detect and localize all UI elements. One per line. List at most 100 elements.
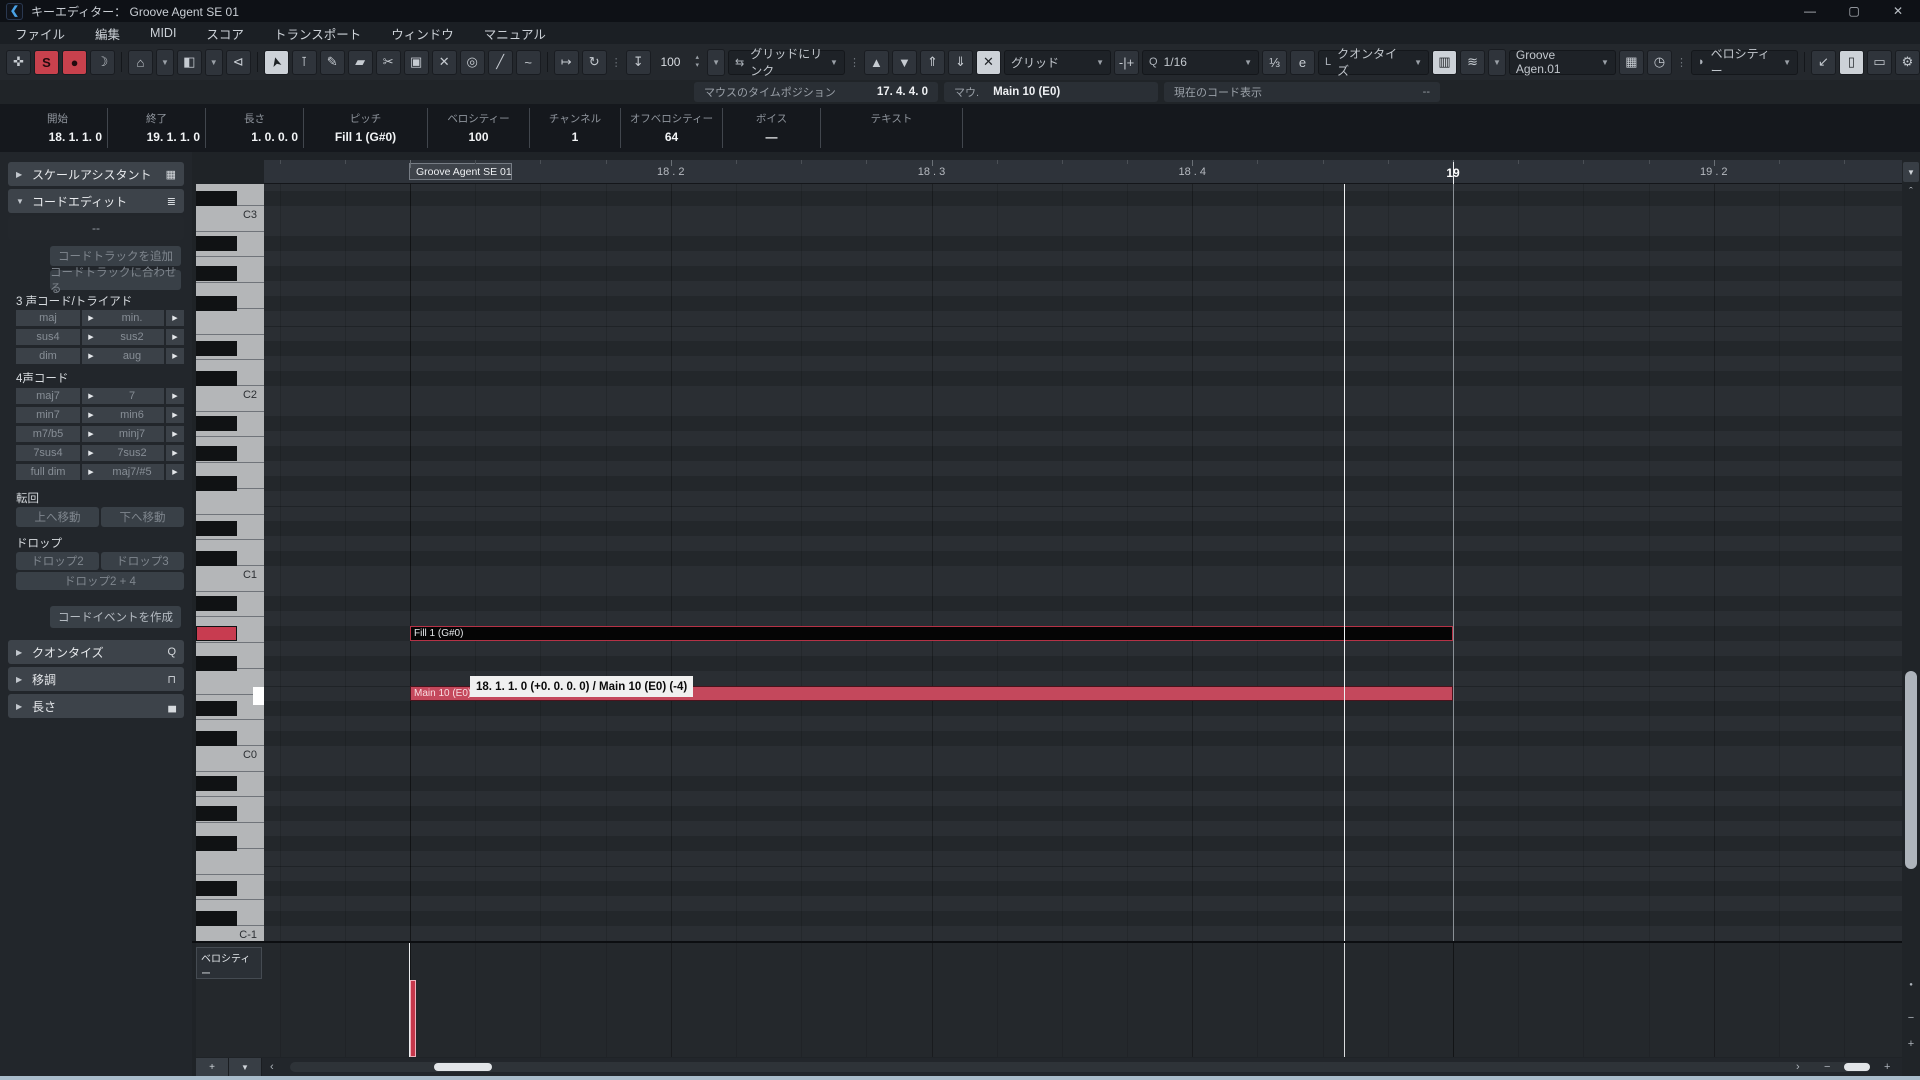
controller-lane-setup-button[interactable]: ▼	[229, 1058, 262, 1076]
white-key[interactable]	[196, 309, 264, 335]
four-note-apply-icon[interactable]: ▶	[166, 388, 184, 404]
scroll-up-icon[interactable]: ˆ	[1902, 186, 1920, 198]
show-lower-zone-button[interactable]: ▭	[1867, 50, 1892, 75]
triad-button-aug[interactable]: aug	[100, 348, 164, 364]
line-tool[interactable]: ╱	[488, 50, 513, 75]
match-chord-track-button[interactable]: コードトラックに合わせる	[50, 270, 181, 290]
vscroll-thumb[interactable]	[1905, 671, 1917, 869]
info-field-value[interactable]: 64	[621, 126, 722, 144]
four-note-button-m7b5[interactable]: m7/b5	[16, 426, 80, 442]
show-part-borders-button[interactable]: ▦	[1619, 50, 1644, 75]
four-note-button-7sus2[interactable]: 7sus2	[100, 445, 164, 461]
loop-button[interactable]: ↻	[582, 50, 607, 75]
hzoom-in-button[interactable]: +	[1884, 1058, 1890, 1076]
section-transpose[interactable]: ▶移調⊓	[8, 667, 184, 691]
glue-tool[interactable]: ▣	[404, 50, 429, 75]
section-length[interactable]: ▶長さ▄	[8, 694, 184, 718]
info-field-value[interactable]: Fill 1 (G#0)	[304, 126, 427, 144]
triad-apply-icon[interactable]: ▶	[166, 348, 184, 364]
info-field-6[interactable]: オフベロシティー64	[621, 108, 723, 148]
four-note-button-min7[interactable]: min7	[16, 407, 80, 423]
four-note-apply-icon[interactable]: ▶	[166, 407, 184, 423]
four-note-button-7sus4[interactable]: 7sus4	[16, 445, 80, 461]
black-key[interactable]	[196, 446, 237, 461]
four-note-apply-icon[interactable]: ▶	[82, 445, 100, 461]
part-region-label[interactable]: Groove Agent SE 01	[409, 163, 512, 180]
black-key[interactable]	[196, 656, 237, 671]
four-note-button-7[interactable]: 7	[100, 388, 164, 404]
black-key[interactable]	[196, 596, 237, 611]
black-key[interactable]	[196, 731, 237, 746]
menu-item-5[interactable]: ウィンドウ	[376, 24, 469, 43]
maximize-button[interactable]: ▢	[1832, 0, 1876, 22]
add-controller-lane-button[interactable]: +	[196, 1058, 229, 1076]
inversion-up-button[interactable]: 上へ移動	[16, 507, 99, 527]
part-selector-dropdown[interactable]: Groove Agen.01▼	[1509, 50, 1616, 75]
close-button[interactable]: ✕	[1876, 0, 1920, 22]
black-key[interactable]	[196, 191, 237, 206]
black-key[interactable]	[196, 416, 237, 431]
white-key[interactable]	[196, 849, 264, 875]
four-note-apply-icon[interactable]: ▶	[82, 388, 100, 404]
four-note-button-min6[interactable]: min6	[100, 407, 164, 423]
info-field-0[interactable]: 開始18. 1. 1. 0	[8, 108, 108, 148]
erase-tool[interactable]: ▰	[348, 50, 373, 75]
inversion-down-button[interactable]: 下へ移動	[101, 507, 184, 527]
info-field-1[interactable]: 終了19. 1. 1. 0	[108, 108, 206, 148]
four-note-button-maj7[interactable]: maj7	[16, 388, 80, 404]
triad-apply-icon[interactable]: ▶	[166, 329, 184, 345]
time-warp-tool[interactable]: ~	[516, 50, 541, 75]
info-field-7[interactable]: ボイス—	[723, 108, 821, 148]
trim-tool[interactable]: ⊺	[292, 50, 317, 75]
info-field-value[interactable]: 1. 0. 0. 0	[206, 126, 303, 144]
black-key[interactable]	[196, 551, 237, 566]
audition-button[interactable]: ⊲	[226, 50, 251, 75]
triad-apply-icon[interactable]: ▶	[82, 310, 100, 326]
four-note-apply-icon[interactable]: ▶	[166, 426, 184, 442]
move-down-button[interactable]: ▼	[892, 50, 917, 75]
white-key[interactable]	[196, 489, 264, 515]
open-in-window-button[interactable]: ↙	[1811, 50, 1836, 75]
drop-3-button[interactable]: ドロップ3	[101, 552, 184, 570]
piano-keyboard[interactable]: C3C2C1C0C-1	[196, 184, 266, 941]
info-field-8[interactable]: テキスト	[821, 108, 963, 148]
transpose-down-button[interactable]: ⇓	[948, 50, 973, 75]
note-grid[interactable]: Fill 1 (G#0)Main 10 (E0)18. 1. 1. 0 (+0.…	[264, 184, 1902, 941]
black-key[interactable]	[196, 296, 237, 311]
insert-velocity-value[interactable]: 100	[654, 55, 688, 69]
menu-item-6[interactable]: マニュアル	[469, 24, 561, 43]
acoustic-feedback-button[interactable]: ☽	[90, 50, 115, 75]
menu-item-0[interactable]: ファイル	[0, 24, 80, 43]
menu-item-3[interactable]: スコア	[191, 24, 259, 43]
add-chord-track-button[interactable]: コードトラックを追加	[50, 246, 181, 266]
color-tool-button[interactable]: ◧	[177, 50, 202, 75]
black-key[interactable]	[196, 806, 237, 821]
black-key[interactable]	[196, 521, 237, 536]
record-button[interactable]: ●	[62, 50, 87, 75]
draw-tool[interactable]: ✎	[320, 50, 345, 75]
black-key[interactable]	[196, 701, 237, 716]
vzoom-out-button[interactable]: −	[1902, 1012, 1920, 1024]
midi-note-0[interactable]: Fill 1 (G#0)	[410, 626, 1453, 641]
step-input-dropdown[interactable]: ▼	[1488, 49, 1506, 76]
drop-2-button[interactable]: ドロップ2	[16, 552, 99, 570]
four-note-button-fulldim[interactable]: full dim	[16, 464, 80, 480]
link-to-grid-dropdown[interactable]: ⇆グリッドにリンク▼	[728, 50, 845, 75]
triplet-button[interactable]: ⅓	[1262, 50, 1287, 75]
hscroll-track[interactable]	[290, 1062, 1870, 1072]
create-chord-event-button[interactable]: コードイベントを作成	[50, 606, 181, 628]
section-scale-assistant[interactable]: ▶スケールアシスタント▦	[8, 162, 184, 186]
info-field-value[interactable]: 18. 1. 1. 0	[8, 126, 107, 144]
triad-button-maj[interactable]: maj	[16, 310, 80, 326]
info-field-value[interactable]	[821, 126, 962, 130]
scroll-left-icon[interactable]: ‹	[270, 1058, 274, 1076]
black-key[interactable]	[196, 476, 237, 491]
midi-input-button[interactable]: ≋	[1460, 50, 1485, 75]
info-field-value[interactable]: 19. 1. 1. 0	[108, 126, 205, 144]
black-key[interactable]	[196, 341, 237, 356]
quantize-preset-dropdown[interactable]: Q1/16▼	[1142, 50, 1259, 75]
snap-button[interactable]: ✕	[976, 50, 1001, 75]
velocity-lane[interactable]	[264, 943, 1902, 1057]
black-key[interactable]	[196, 836, 237, 851]
black-key[interactable]	[196, 911, 237, 926]
